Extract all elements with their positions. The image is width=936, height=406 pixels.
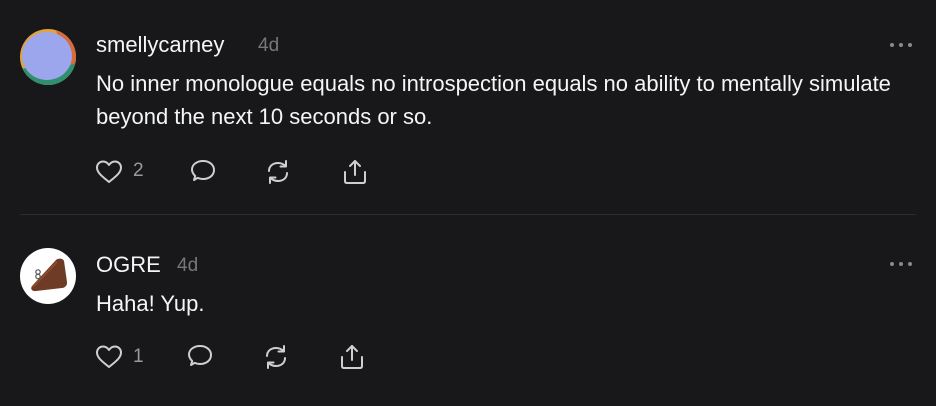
avatar[interactable] bbox=[20, 248, 76, 304]
speech-bubble-icon[interactable] bbox=[188, 157, 218, 187]
timestamp: 4d bbox=[258, 35, 280, 56]
share-icon[interactable] bbox=[337, 342, 367, 372]
share-icon[interactable] bbox=[340, 157, 370, 187]
post: smellycarney 4d No inner monologue equal… bbox=[0, 0, 936, 214]
post: OGRE 4d Haha! Yup. 1 bbox=[0, 216, 936, 406]
post-text: Haha! Yup. bbox=[96, 291, 205, 316]
username[interactable]: smellycarney bbox=[96, 32, 224, 58]
repost-icon[interactable] bbox=[261, 342, 291, 372]
divider bbox=[20, 214, 916, 215]
more-dots-icon[interactable] bbox=[888, 38, 914, 50]
speech-bubble-icon[interactable] bbox=[185, 342, 215, 372]
avatar[interactable] bbox=[20, 29, 76, 85]
heart-icon[interactable] bbox=[94, 157, 124, 187]
post-text: No inner monologue equals no introspecti… bbox=[96, 71, 891, 129]
more-dots-icon[interactable] bbox=[888, 257, 914, 269]
timestamp: 4d bbox=[177, 255, 199, 276]
heart-icon[interactable] bbox=[94, 342, 124, 372]
like-count: 1 bbox=[133, 346, 144, 367]
repost-icon[interactable] bbox=[263, 157, 293, 187]
like-count: 2 bbox=[133, 160, 144, 181]
username[interactable]: OGRE bbox=[96, 252, 161, 278]
